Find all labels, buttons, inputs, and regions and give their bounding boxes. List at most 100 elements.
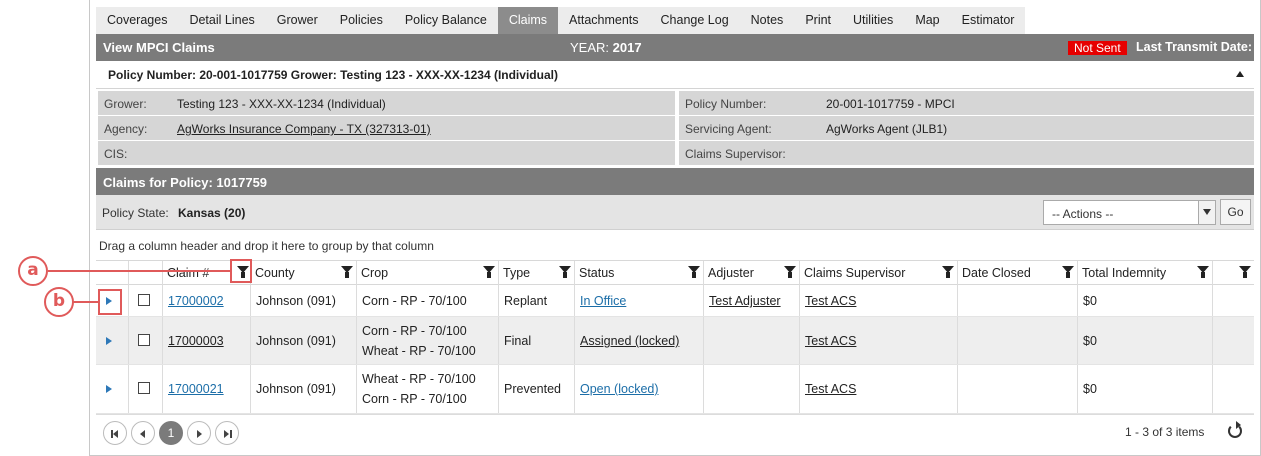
grower-label: Grower: [104,97,147,111]
header-adjuster[interactable]: Adjuster [703,261,799,285]
claim-number-link[interactable]: 17000002 [168,294,224,308]
first-page-button[interactable] [103,421,127,445]
tab-coverages[interactable]: Coverages [96,7,178,34]
tab-change-log[interactable]: Change Log [650,7,740,34]
filter-icon[interactable] [1197,266,1209,279]
table-row[interactable]: 17000021 Johnson (091) Wheat - RP - 70/1… [96,365,1254,414]
policy-header-text: Policy Number: 20-001-1017759 Grower: Te… [108,68,558,82]
agency-link[interactable]: AgWorks Insurance Company - TX (327313-0… [177,122,431,136]
last-page-icon [230,430,232,438]
last-page-button[interactable] [215,421,239,445]
header-status[interactable]: Status [574,261,703,285]
filter-icon[interactable] [942,266,954,279]
crop-cell: Corn - RP - 70/100 [362,392,467,406]
servicing-agent-field: Servicing Agent: AgWorks Agent (JLB1) [679,116,1254,140]
status-link[interactable]: Assigned (locked) [580,334,679,348]
table-row[interactable]: 17000002 Johnson (091) Corn - RP - 70/10… [96,285,1254,317]
header-claims-supervisor[interactable]: Claims Supervisor [799,261,957,285]
expand-row-icon[interactable] [106,385,112,393]
tab-policy-balance[interactable]: Policy Balance [394,7,498,34]
servicing-agent-label: Servicing Agent: [685,122,772,136]
type-cell: Prevented [504,382,561,396]
status-link[interactable]: Open (locked) [580,382,659,396]
year-value: 2017 [612,40,642,55]
header-label: Date Closed [962,266,1031,280]
actions-select-value: -- Actions -- [1052,207,1114,221]
supervisor-link[interactable]: Test ACS [805,334,856,348]
header-crop[interactable]: Crop [356,261,498,285]
prev-page-button[interactable] [131,421,155,445]
page-count: 1 - 3 of 3 items [1125,425,1205,439]
filter-icon[interactable] [1062,266,1074,279]
indemnity-cell: $0 [1083,382,1097,396]
tab-grower[interactable]: Grower [266,7,329,34]
policy-header[interactable]: Policy Number: 20-001-1017759 Grower: Te… [96,61,1254,89]
callout-a-highlight [230,259,252,283]
filter-icon[interactable] [341,266,353,279]
status-link[interactable]: In Office [580,294,626,308]
tab-map[interactable]: Map [904,7,950,34]
tab-policies[interactable]: Policies [329,7,394,34]
next-page-button[interactable] [187,421,211,445]
header-total-indemnity[interactable]: Total Indemnity [1077,261,1212,285]
go-button[interactable]: Go [1220,199,1251,225]
callout-a-line [48,270,230,272]
tab-claims[interactable]: Claims [497,7,559,34]
page-title: View MPCI Claims [103,40,215,55]
row-checkbox[interactable] [138,334,150,346]
filter-icon[interactable] [1239,266,1251,279]
row-checkbox[interactable] [138,382,150,394]
claim-number-link[interactable]: 17000021 [168,382,224,396]
agency-field: Agency: AgWorks Insurance Company - TX (… [98,116,675,140]
policy-state-bar: Policy State: Kansas (20) -- Actions -- … [96,195,1254,230]
group-drop-zone[interactable]: Drag a column header and drop it here to… [96,231,1254,261]
tab-attachments[interactable]: Attachments [558,7,649,34]
filter-icon[interactable] [688,266,700,279]
filter-icon[interactable] [559,266,571,279]
type-cell: Final [504,334,532,348]
chevron-down-icon[interactable] [1198,201,1215,224]
year-display: YEAR: 2017 [570,40,642,55]
cis-label: CIS: [104,147,128,161]
policy-state-label: Policy State: [102,206,169,220]
actions-select[interactable]: -- Actions -- [1043,200,1216,225]
page-1-button[interactable]: 1 [159,421,183,445]
crop-cell: Wheat - RP - 70/100 [362,344,476,358]
filter-icon[interactable] [784,266,796,279]
year-label: YEAR: [570,40,610,55]
header-label: Total Indemnity [1082,266,1167,280]
header-county[interactable]: County [250,261,356,285]
county-cell: Johnson (091) [256,382,336,396]
callout-b: b [44,287,74,317]
policy-number-value: 20-001-1017759 - MPCI [826,97,955,111]
header-expand-col [96,261,128,285]
tab-print[interactable]: Print [794,7,842,34]
cis-field: CIS: [98,141,675,165]
claim-number-link[interactable]: 17000003 [168,334,224,348]
header-date-closed[interactable]: Date Closed [957,261,1077,285]
collapse-caret-icon[interactable] [1236,71,1244,77]
header-type[interactable]: Type [498,261,574,285]
agency-label: Agency: [104,122,148,136]
tab-estimator[interactable]: Estimator [951,7,1026,34]
last-transmit-label: Last Transmit Date: [1136,40,1253,54]
expand-row-icon[interactable] [106,337,112,345]
tab-notes[interactable]: Notes [740,7,795,34]
header-label: Crop [361,266,389,280]
supervisor-link[interactable]: Test ACS [805,382,856,396]
table-row[interactable]: 17000003 Johnson (091) Corn - RP - 70/10… [96,317,1254,365]
header-label: Type [503,266,531,280]
crop-cell: Wheat - RP - 70/100 [362,372,476,386]
tab-utilities[interactable]: Utilities [842,7,904,34]
row-checkbox[interactable] [138,294,150,306]
adjuster-link[interactable]: Test Adjuster [709,294,781,308]
type-cell: Replant [504,294,548,308]
supervisor-link[interactable]: Test ACS [805,294,856,308]
page-title-bar: View MPCI Claims YEAR: 2017 Not Sent Las… [96,34,1254,61]
tab-strip: Coverages Detail Lines Grower Policies P… [96,7,1026,34]
tab-detail-lines[interactable]: Detail Lines [178,7,265,34]
filter-icon[interactable] [483,266,495,279]
refresh-icon[interactable] [1228,421,1242,438]
header-extra-col[interactable] [1212,261,1254,285]
callout-a: a [18,256,48,286]
